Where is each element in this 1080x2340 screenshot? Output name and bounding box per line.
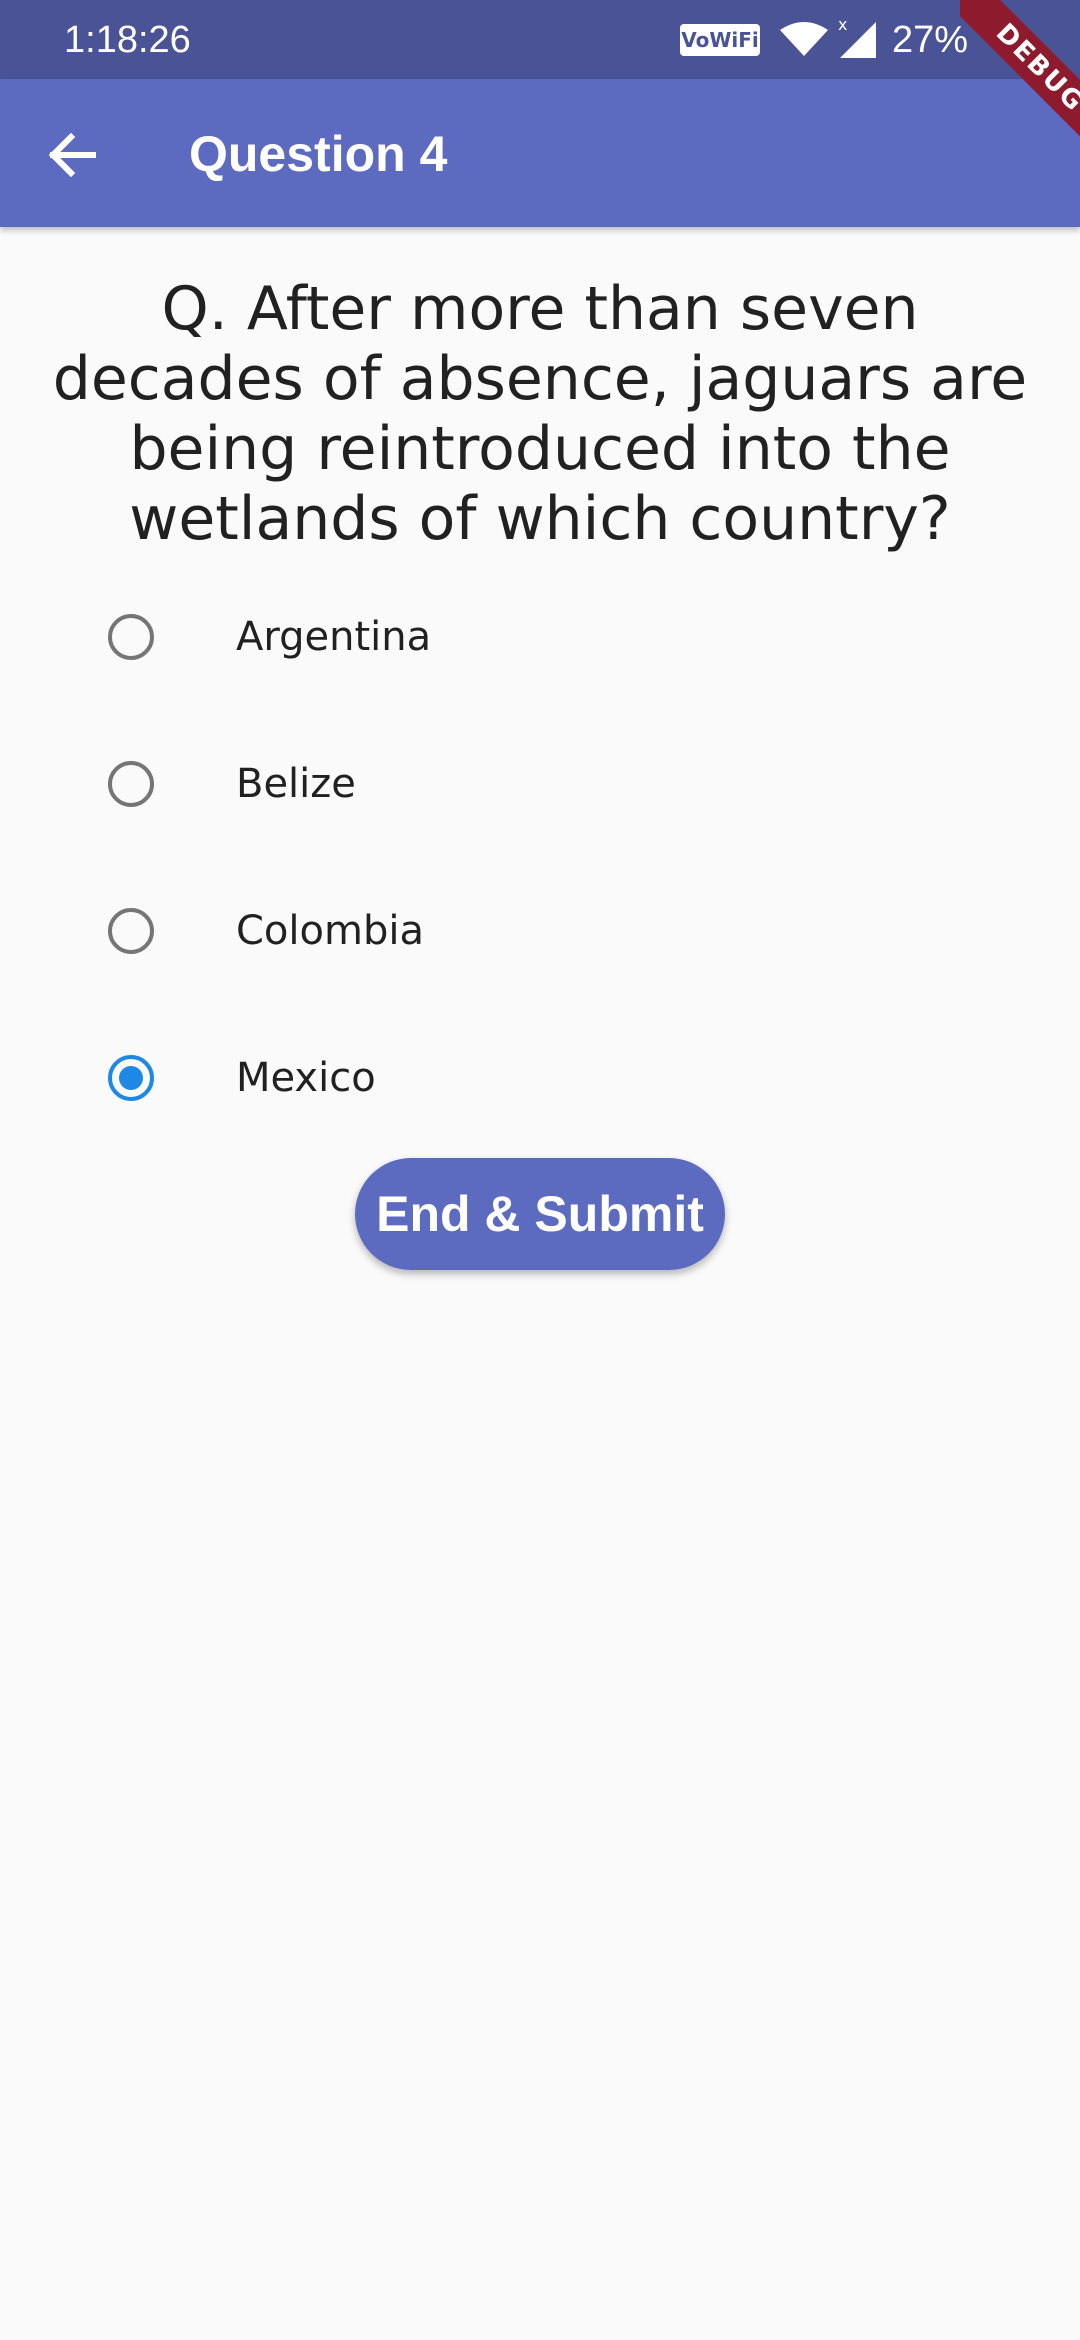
arrow-back-icon xyxy=(48,133,96,177)
option-label: Mexico xyxy=(236,1055,376,1101)
option-colombia[interactable]: Colombia xyxy=(0,858,1080,1005)
radio-button[interactable] xyxy=(108,614,154,660)
option-label: Colombia xyxy=(236,908,424,954)
option-belize[interactable]: Belize xyxy=(0,711,1080,858)
option-mexico[interactable]: Mexico xyxy=(0,1005,1080,1152)
end-submit-button[interactable]: End & Submit xyxy=(355,1158,725,1270)
debug-banner-label: DEBUG xyxy=(960,0,1080,150)
signal-icon: x xyxy=(838,16,876,58)
vowifi-icon: VoWiFi xyxy=(680,24,760,56)
back-button[interactable] xyxy=(30,113,114,197)
radio-selected-dot xyxy=(119,1066,143,1090)
options-list: Argentina Belize Colombia Mexico xyxy=(0,564,1080,1152)
debug-banner: DEBUG xyxy=(960,0,1080,150)
battery-percent: 27% xyxy=(892,19,969,61)
wifi-icon xyxy=(780,22,828,56)
status-time: 1:18:26 xyxy=(64,19,191,61)
page-title: Question 4 xyxy=(189,126,448,182)
option-label: Argentina xyxy=(236,614,432,660)
status-bar: 1:18:26 VoWiFi x 27% xyxy=(0,0,1080,79)
option-argentina[interactable]: Argentina xyxy=(0,564,1080,711)
svg-text:x: x xyxy=(838,16,847,34)
radio-button-selected[interactable] xyxy=(108,1055,154,1101)
radio-button[interactable] xyxy=(108,908,154,954)
app-bar: Question 4 xyxy=(0,79,1080,227)
question-text: Q. After more than seven decades of abse… xyxy=(52,274,1028,554)
radio-button[interactable] xyxy=(108,761,154,807)
option-label: Belize xyxy=(236,761,356,807)
